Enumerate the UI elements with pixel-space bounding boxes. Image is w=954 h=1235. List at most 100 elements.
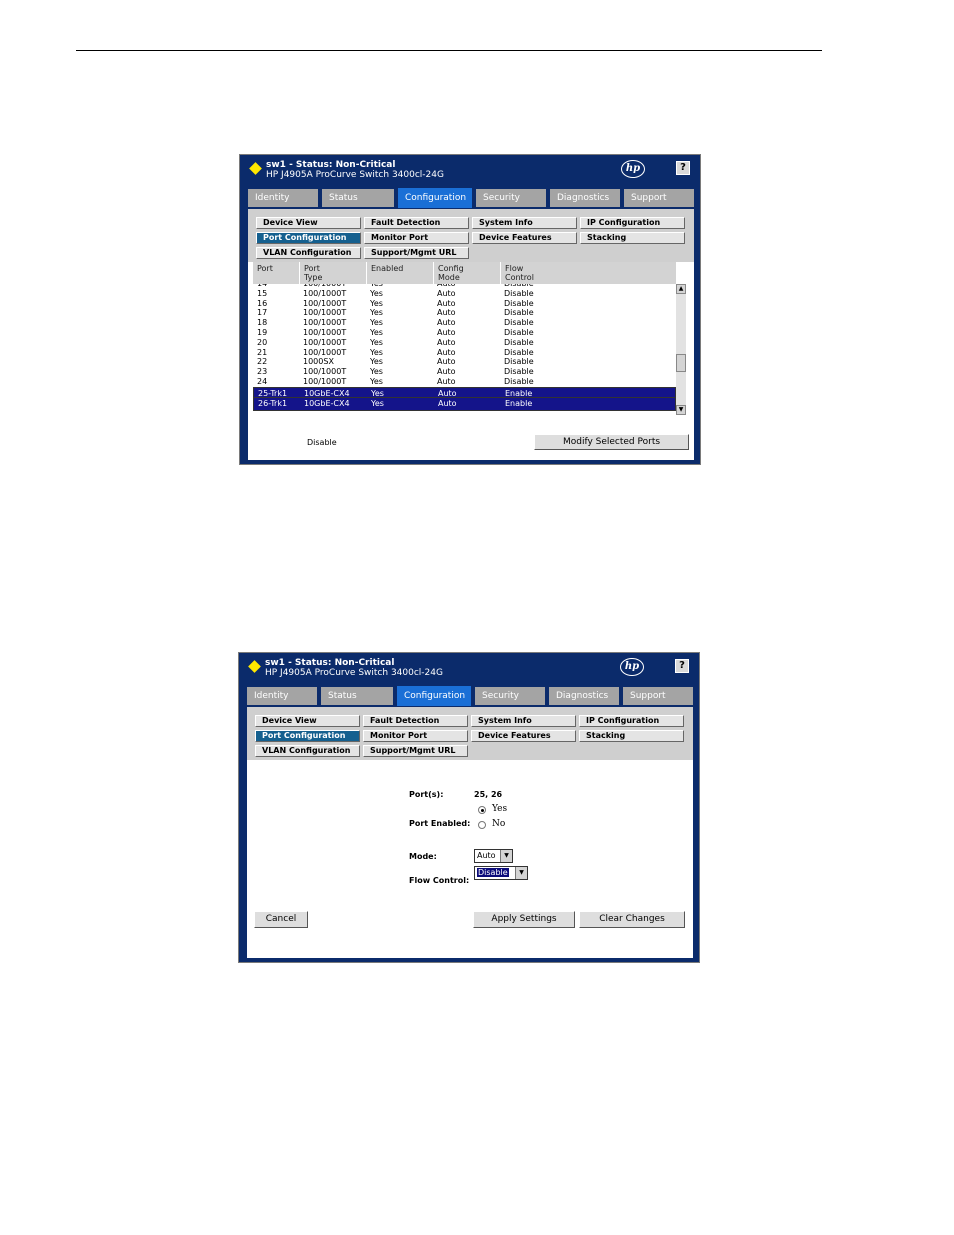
- nav-monitor-port[interactable]: Monitor Port: [364, 232, 469, 244]
- cell-port: 26-Trk1: [258, 398, 288, 408]
- cell-enabled: Yes: [370, 367, 383, 377]
- mode-select[interactable]: Auto ▼: [474, 849, 513, 863]
- nav-device-features[interactable]: Device Features: [471, 730, 576, 742]
- config-nav: Device View Fault Detection System Info …: [248, 209, 694, 262]
- table-row[interactable]: 16 100/1000T Yes Auto Disable: [253, 299, 676, 309]
- footer-value: Disable: [307, 438, 337, 447]
- col-flow-control: Flow Control: [500, 262, 676, 284]
- table-row[interactable]: 22 1000SX Yes Auto Disable: [253, 357, 676, 367]
- cell-port-type: 100/1000T: [303, 347, 347, 357]
- cell-port-type: 100/1000T: [303, 377, 347, 386]
- status-warning-icon: [249, 162, 262, 175]
- nav-ip-configuration[interactable]: IP Configuration: [580, 217, 685, 229]
- scroll-up-icon[interactable]: ▲: [676, 284, 686, 294]
- nav-port-configuration[interactable]: Port Configuration: [256, 232, 361, 244]
- tab-status[interactable]: Status: [321, 687, 396, 705]
- tab-diagnostics[interactable]: Diagnostics: [550, 189, 623, 207]
- cell-port: 14: [257, 284, 267, 288]
- nav-monitor-port[interactable]: Monitor Port: [363, 730, 468, 742]
- cell-port: 24: [257, 377, 268, 386]
- cell-port: 17: [257, 308, 268, 318]
- nav-fault-detection[interactable]: Fault Detection: [364, 217, 469, 229]
- tab-security[interactable]: Security: [475, 687, 548, 705]
- tab-support[interactable]: Support: [624, 189, 694, 207]
- cell-enabled: Yes: [370, 357, 383, 367]
- clear-changes-button[interactable]: Clear Changes: [579, 911, 685, 928]
- nav-device-view[interactable]: Device View: [256, 217, 361, 229]
- hp-logo-icon: hp: [620, 658, 644, 676]
- table-row[interactable]: 21 100/1000T Yes Auto Disable: [253, 348, 676, 358]
- nav-vlan-configuration[interactable]: VLAN Configuration: [255, 745, 360, 757]
- cell-config-mode: Auto: [437, 328, 456, 337]
- cell-enabled: Yes: [371, 398, 384, 408]
- model-line: HP J4905A ProCurve Switch 3400cl-24G: [265, 668, 443, 678]
- table-row[interactable]: 15 100/1000T Yes Auto Disable: [253, 289, 676, 299]
- nav-stacking[interactable]: Stacking: [580, 232, 685, 244]
- cell-enabled: Yes: [370, 308, 383, 318]
- table-row[interactable]: 18 100/1000T Yes Auto Disable: [253, 318, 676, 328]
- nav-ip-configuration[interactable]: IP Configuration: [579, 715, 684, 727]
- nav-fault-detection[interactable]: Fault Detection: [363, 715, 468, 727]
- status-line: sw1 - Status: Non-Critical: [266, 160, 396, 170]
- cell-port: 22: [257, 357, 268, 367]
- cell-config-mode: Auto: [437, 337, 456, 347]
- ports-value: 25, 26: [474, 790, 503, 799]
- nav-device-view[interactable]: Device View: [255, 715, 360, 727]
- table-row[interactable]: 23 100/1000T Yes Auto Disable: [253, 367, 676, 377]
- nav-stacking[interactable]: Stacking: [579, 730, 684, 742]
- modify-selected-ports-button[interactable]: Modify Selected Ports: [534, 434, 689, 450]
- cell-port-type: 100/1000T: [303, 328, 347, 337]
- cell-flow-control: Disable: [504, 347, 534, 357]
- nav-vlan-configuration[interactable]: VLAN Configuration: [256, 247, 361, 259]
- tab-security[interactable]: Security: [476, 189, 549, 207]
- nav-support-mgmt-url[interactable]: Support/Mgmt URL: [364, 247, 469, 259]
- cell-config-mode: Auto: [437, 357, 456, 367]
- tab-support[interactable]: Support: [623, 687, 693, 705]
- cell-config-mode: Auto: [437, 377, 456, 386]
- table-row[interactable]: 26-Trk1 10GbE-CX4 Yes Auto Enable: [253, 396, 676, 411]
- tab-configuration[interactable]: Configuration: [398, 188, 475, 208]
- nav-device-features[interactable]: Device Features: [472, 232, 577, 244]
- nav-system-info[interactable]: System Info: [472, 217, 577, 229]
- cell-flow-control: Disable: [504, 288, 534, 298]
- cell-flow-control: Disable: [504, 298, 534, 308]
- cell-enabled: Yes: [370, 347, 383, 357]
- help-button[interactable]: ?: [676, 161, 690, 175]
- help-button[interactable]: ?: [675, 659, 689, 673]
- enabled-yes-label: Yes: [492, 804, 508, 814]
- apply-settings-button[interactable]: Apply Settings: [473, 911, 575, 928]
- enabled-no-radio[interactable]: [478, 821, 486, 829]
- chevron-down-icon[interactable]: ▼: [515, 867, 527, 879]
- scroll-down-icon[interactable]: ▼: [676, 405, 686, 415]
- scroll-thumb[interactable]: [676, 354, 686, 372]
- cell-port-type: 100/1000T: [303, 298, 347, 308]
- table-row[interactable]: 19 100/1000T Yes Auto Disable: [253, 328, 676, 338]
- tab-diagnostics[interactable]: Diagnostics: [549, 687, 622, 705]
- tab-status[interactable]: Status: [322, 189, 397, 207]
- cell-flow-control: Enable: [505, 398, 533, 408]
- table-row[interactable]: 17 100/1000T Yes Auto Disable: [253, 308, 676, 318]
- main-tabs: Identity Status Configuration Security D…: [247, 686, 693, 706]
- tab-identity[interactable]: Identity: [248, 189, 321, 207]
- port-table-header: Port Port Type Enabled Config Mode Flow …: [253, 262, 676, 284]
- page-header-rule: [76, 50, 822, 51]
- enabled-yes-radio[interactable]: [478, 806, 486, 814]
- cell-enabled: Yes: [370, 377, 383, 386]
- nav-support-mgmt-url[interactable]: Support/Mgmt URL: [363, 745, 468, 757]
- status-warning-icon: [248, 660, 261, 673]
- port-table-body: 14 100/1000T Yes Auto Disable 15 100/1000T Yes A…: [253, 284, 676, 415]
- table-row[interactable]: 24 100/1000T Yes Auto Disable: [253, 377, 676, 387]
- cell-flow-control: Disable: [504, 367, 534, 377]
- nav-system-info[interactable]: System Info: [471, 715, 576, 727]
- tab-identity[interactable]: Identity: [247, 687, 320, 705]
- tab-configuration[interactable]: Configuration: [397, 686, 474, 706]
- cell-config-mode: Auto: [437, 288, 456, 298]
- cell-port-type: 100/1000T: [303, 337, 347, 347]
- cell-config-mode: Auto: [437, 298, 456, 308]
- chevron-down-icon[interactable]: ▼: [500, 850, 512, 862]
- flow-control-select[interactable]: Disable ▼: [474, 866, 528, 880]
- table-row[interactable]: 20 100/1000T Yes Auto Disable: [253, 338, 676, 348]
- cancel-button[interactable]: Cancel: [254, 911, 308, 928]
- table-scrollbar[interactable]: ▲ ▼: [676, 284, 686, 415]
- nav-port-configuration[interactable]: Port Configuration: [255, 730, 360, 742]
